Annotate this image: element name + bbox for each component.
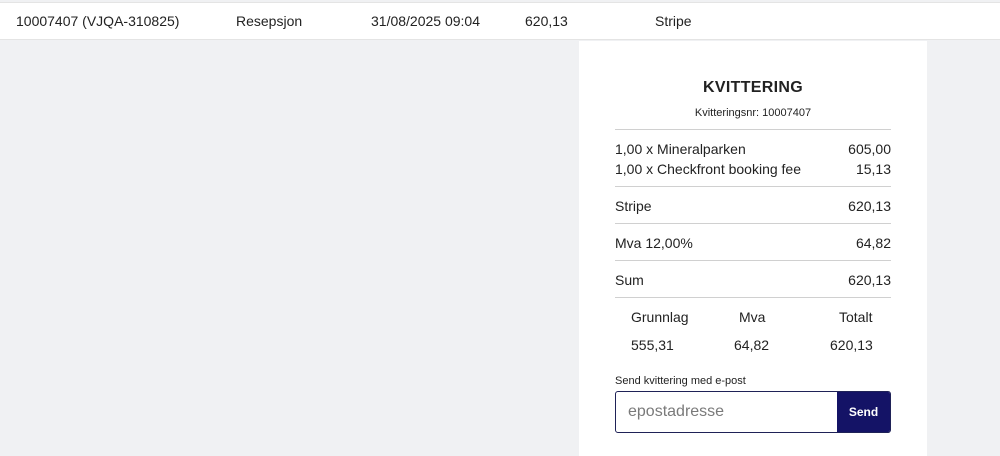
- summary-header-totalt: Totalt: [839, 309, 873, 325]
- transaction-amount: 620,13: [525, 13, 568, 29]
- summary-header-grunnlag: Grunnlag: [631, 309, 689, 325]
- line-item-description: 1,00 x Mineralparken: [615, 141, 746, 157]
- email-input[interactable]: [616, 392, 836, 432]
- divider: [615, 129, 891, 130]
- summary-value-totalt: 620,13: [830, 337, 873, 353]
- payment-amount: 620,13: [848, 198, 891, 214]
- receipt-title: KVITTERING: [703, 79, 803, 96]
- receipt-payment-line: Stripe 620,13: [615, 198, 891, 216]
- receipt-number-line: Kvitteringsnr: 10007407: [579, 107, 927, 119]
- divider: [615, 260, 891, 261]
- summary-value-grunnlag: 555,31: [631, 337, 674, 353]
- send-button[interactable]: Send: [837, 392, 890, 432]
- receipt-vat-line: Mva 12,00% 64,82: [615, 235, 891, 253]
- line-item-amount: 605,00: [848, 141, 891, 157]
- receipt-panel: KVITTERING Kvitteringsnr: 10007407 1,00 …: [579, 41, 927, 456]
- receipt-number-label: Kvitteringsnr:: [694, 107, 760, 119]
- receipt-line-item: 1,00 x Checkfront booking fee 15,13: [615, 161, 891, 179]
- line-item-amount: 15,13: [855, 161, 891, 177]
- send-email-form: Send: [615, 391, 891, 433]
- divider: [615, 186, 891, 187]
- receipt-sum-line: Sum 620,13: [615, 272, 891, 290]
- transaction-row[interactable]: 10007407 (VJQA-310825) Resepsjon 31/08/2…: [0, 2, 1000, 40]
- vat-label: Mva 12,00%: [615, 235, 693, 251]
- receipt-line-item: 1,00 x Mineralparken 605,00: [615, 141, 891, 159]
- payment-label: Stripe: [615, 198, 652, 214]
- receipt-number: 10007407: [762, 107, 812, 119]
- summary-value-mva: 64,82: [734, 337, 770, 353]
- transaction-datetime: 31/08/2025 09:04: [371, 13, 480, 29]
- summary-header-mva: Mva: [739, 309, 766, 325]
- divider: [615, 297, 891, 298]
- transaction-id: 10007407 (VJQA-310825): [16, 13, 180, 29]
- divider: [615, 223, 891, 224]
- send-email-label: Send kvittering med e-post: [615, 375, 746, 387]
- line-item-description: 1,00 x Checkfront booking fee: [615, 161, 802, 177]
- transaction-payment-method: Stripe: [655, 13, 692, 29]
- sum-amount: 620,13: [848, 272, 891, 288]
- transaction-location: Resepsjon: [236, 13, 303, 29]
- vat-amount: 64,82: [855, 235, 891, 251]
- sum-label: Sum: [615, 272, 644, 288]
